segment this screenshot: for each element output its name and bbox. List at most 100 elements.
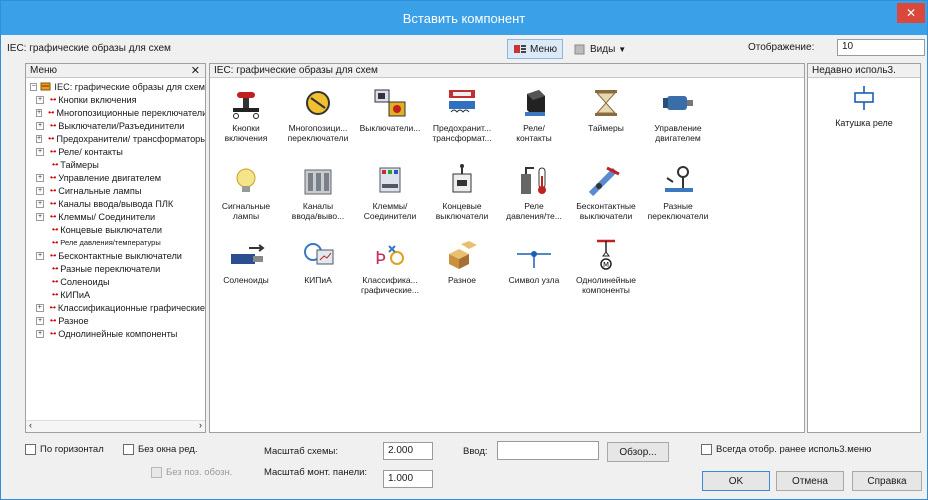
menu-tree-item[interactable]: + •-• Многопозиционные переключатели xyxy=(26,106,205,119)
folder-icon: •-• xyxy=(50,95,56,104)
expand-icon[interactable]: + xyxy=(36,147,44,156)
component-tile[interactable]: Концевые выключатели xyxy=(426,164,498,221)
horizontal-scrollbar[interactable]: ‹ › xyxy=(26,420,205,432)
menu-tree-item[interactable]: •-• КИПиА xyxy=(26,288,205,301)
component-tile[interactable]: Каналы ввода/выво... xyxy=(282,164,354,221)
component-tile[interactable]: Кнопки включения xyxy=(210,86,282,143)
component-tile[interactable]: Выключатели... xyxy=(354,86,426,133)
cancel-button[interactable]: Отмена xyxy=(776,471,844,491)
menu-tree-item[interactable]: + •-• Каналы ввода/вывода ПЛК xyxy=(26,197,205,210)
component-tile[interactable]: Бесконтактные выключатели xyxy=(570,164,642,221)
menu-tree-item-label: Бесконтактные выключатели xyxy=(58,250,182,261)
component-label: Бесконтактные xyxy=(576,201,636,211)
close-button[interactable]: ✕ xyxy=(897,3,925,23)
component-tile[interactable]: Реле давления/те... xyxy=(498,164,570,221)
tree-root[interactable]: − IEC: графические образы для схем xyxy=(26,80,205,93)
expand-icon[interactable]: + xyxy=(36,173,44,182)
component-label: Каналы xyxy=(302,201,334,211)
component-tile[interactable]: КИПиА xyxy=(282,238,354,285)
component-tile[interactable]: Таймеры xyxy=(570,86,642,133)
expand-icon[interactable]: + xyxy=(36,108,43,117)
expand-icon[interactable]: + xyxy=(36,95,44,104)
component-tile[interactable]: Реле/контакты xyxy=(498,86,570,143)
folder-icon: •-• xyxy=(52,238,58,247)
scroll-right-icon[interactable]: › xyxy=(199,420,202,430)
scheme-scale-input[interactable]: 2.000 xyxy=(383,442,433,460)
component-tile[interactable]: M Однолинейные компоненты xyxy=(570,238,642,295)
menu-tree-item[interactable]: •-• Разные переключатели xyxy=(26,262,205,275)
expand-icon[interactable]: + xyxy=(36,134,43,143)
component-tile[interactable]: Разное xyxy=(426,238,498,285)
folder-icon: •-• xyxy=(50,316,56,325)
menu-tree-item[interactable]: + •-• Кнопки включения xyxy=(26,93,205,106)
scroll-left-icon[interactable]: ‹ xyxy=(29,420,32,430)
expand-icon[interactable]: + xyxy=(36,199,44,208)
ok-button[interactable]: OK xyxy=(702,471,770,491)
always-show-checkbox[interactable]: Всегда отобр. ранее исполь3.меню xyxy=(701,444,871,455)
component-label-line2: переключатели xyxy=(647,211,709,221)
horizontal-checkbox[interactable]: По горизонтал xyxy=(25,444,104,455)
pressure-temp-icon xyxy=(521,167,546,194)
expand-icon[interactable]: + xyxy=(36,303,44,312)
menu-tree-item[interactable]: •-• Концевые выключатели xyxy=(26,223,205,236)
hourglass-icon xyxy=(595,90,617,116)
component-tile[interactable]: Многопозици... переключатели xyxy=(282,86,354,143)
expand-icon[interactable]: + xyxy=(36,251,44,260)
component-tile[interactable]: Клеммы/Соединители xyxy=(354,164,426,221)
folder-icon: •-• xyxy=(50,251,56,260)
component-label: Реле/ xyxy=(523,123,545,133)
component-tile[interactable]: Разные переключатели xyxy=(642,164,714,221)
input-field[interactable] xyxy=(497,441,599,460)
menu-tree-item[interactable]: + •-• Клеммы/ Соединители xyxy=(26,210,205,223)
expand-icon[interactable]: + xyxy=(36,186,44,195)
menu-close-icon[interactable]: ✕ xyxy=(191,64,200,77)
folder-icon: •-• xyxy=(48,108,54,117)
menu-tree-item[interactable]: •-• Соленоиды xyxy=(26,275,205,288)
component-tile[interactable]: Соленоиды xyxy=(210,238,282,285)
relay-coil-icon xyxy=(854,86,874,110)
limit-switch-icon xyxy=(452,164,472,193)
menu-tree-item[interactable]: + •-• Предохранители/ трансформаторы xyxy=(26,132,205,145)
component-label: КИПиА xyxy=(304,275,332,285)
folder-icon: •-• xyxy=(50,329,56,338)
menu-tree-item[interactable]: •-• Реле давления/температуры xyxy=(26,236,205,249)
components-panel-title: IEC: графические образы для схем xyxy=(214,65,378,76)
component-tile[interactable]: Þ Классифика... графические... xyxy=(354,238,426,295)
menu-tree-item[interactable]: •-• Таймеры xyxy=(26,158,205,171)
no-edit-window-checkbox[interactable]: Без окна ред. xyxy=(123,444,197,455)
expand-icon[interactable]: + xyxy=(36,212,44,221)
menu-tree-item[interactable]: + •-• Выключатели/Разъединители xyxy=(26,119,205,132)
component-tile[interactable]: Управление двигателем xyxy=(642,86,714,143)
expand-icon[interactable]: + xyxy=(36,329,44,338)
component-label: Кнопки xyxy=(232,123,260,133)
menu-icon xyxy=(514,45,526,53)
menu-tree-item[interactable]: + •-• Сигнальные лампы xyxy=(26,184,205,197)
menu-tree-item-label: Выключатели/Разъединители xyxy=(58,120,185,131)
panel-scale-input[interactable]: 1.000 xyxy=(383,470,433,488)
views-button[interactable]: Виды ▼ xyxy=(568,39,631,59)
menu-toggle-button[interactable]: Меню xyxy=(507,39,564,59)
component-tile[interactable]: Символ узла xyxy=(498,238,570,285)
menu-tree-item[interactable]: + •-• Разное xyxy=(26,314,205,327)
panel-scale-label: Масштаб монт. панели: xyxy=(264,467,368,478)
display-input[interactable]: 10 xyxy=(837,39,925,56)
component-label: Сигнальные xyxy=(221,201,271,211)
disconnect-switch-icon xyxy=(374,89,406,117)
expand-icon[interactable]: + xyxy=(36,121,44,130)
component-tile[interactable]: Сигнальные лампы xyxy=(210,164,282,221)
browse-button[interactable]: Обзор... xyxy=(607,442,669,462)
menu-tree-item[interactable]: + •-• Бесконтактные выключатели xyxy=(26,249,205,262)
menu-tree-item[interactable]: + •-• Реле/ контакты xyxy=(26,145,205,158)
menu-tree-item-label: Каналы ввода/вывода ПЛК xyxy=(58,198,174,209)
folder-icon: •-• xyxy=(50,186,56,195)
component-label-line2: включения xyxy=(224,133,268,143)
menu-tree-item[interactable]: + •-• Классификационные графические xyxy=(26,301,205,314)
recent-item[interactable]: Катушка реле xyxy=(812,86,916,128)
help-button[interactable]: Справка xyxy=(852,471,922,491)
folder-icon: •-• xyxy=(48,134,54,143)
expand-icon[interactable]: + xyxy=(36,316,44,325)
collapse-icon[interactable]: − xyxy=(30,82,38,91)
menu-tree-item[interactable]: + •-• Однолинейные компоненты xyxy=(26,327,205,340)
component-tile[interactable]: Предохранит... трансформат... xyxy=(426,86,498,143)
menu-tree-item[interactable]: + •-• Управление двигателем xyxy=(26,171,205,184)
